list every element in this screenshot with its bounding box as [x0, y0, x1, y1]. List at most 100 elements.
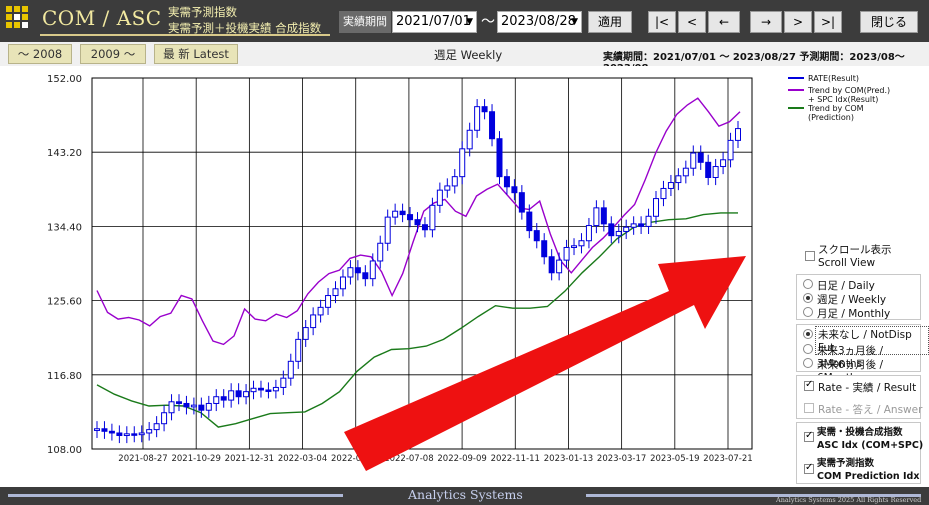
- candle-body: [407, 214, 414, 221]
- candle-body: [481, 106, 488, 113]
- scroll-view-label-en: Scroll View: [818, 257, 876, 269]
- candle-body: [302, 327, 309, 340]
- candle-body: [384, 216, 391, 244]
- candle-body: [287, 360, 294, 379]
- logo-icon: [6, 6, 34, 34]
- close-button[interactable]: 閉じる: [860, 11, 918, 33]
- candle-body: [369, 260, 376, 280]
- candle-body: [623, 226, 630, 232]
- candle-body: [310, 314, 317, 329]
- nav-first-button[interactable]: |<: [648, 11, 676, 33]
- candle-body: [697, 152, 704, 163]
- candle-body: [392, 210, 399, 218]
- candle-body: [526, 211, 533, 232]
- candle-body: [638, 223, 645, 227]
- candle-body: [377, 242, 384, 262]
- candle-body: [571, 245, 578, 248]
- candle-body: [466, 129, 473, 150]
- asc-idx-checkbox[interactable]: [804, 430, 814, 442]
- candle-body: [675, 175, 682, 184]
- candle-body: [175, 401, 182, 404]
- scroll-view-label-jp: スクロール表示: [818, 244, 892, 256]
- dropdown-arrow-icon: ▼: [571, 17, 578, 27]
- candle-body: [496, 138, 503, 178]
- y-tick-label: 143.20: [47, 148, 82, 159]
- candle-body: [146, 429, 153, 434]
- candle-body: [250, 387, 257, 393]
- candle-body: [511, 186, 518, 194]
- legend-label-line: Trend by COM: [807, 104, 864, 113]
- candle-body: [332, 288, 339, 297]
- candle-body: [444, 185, 451, 191]
- nav-back-button[interactable]: ←: [708, 11, 740, 33]
- asc-idx-label-jp: 実需・投機合成指数: [817, 427, 903, 438]
- end-date-select[interactable]: 2023/08/28 ▼: [497, 11, 582, 33]
- start-date-select[interactable]: 2021/07/01 ▼: [392, 11, 477, 33]
- candle-body: [190, 404, 197, 408]
- legend-label: RATE(Result): [808, 74, 859, 83]
- candle-body: [235, 390, 242, 398]
- future-none-radio[interactable]: [803, 329, 813, 339]
- nav-prev-button[interactable]: <: [678, 11, 706, 33]
- range-tilde: ～: [481, 14, 495, 30]
- app-header: COM / ASC 実需予測指数 実需予測＋投機実績 合成指数 実績期間 202…: [0, 0, 929, 42]
- apply-button[interactable]: 適用: [588, 11, 632, 33]
- app-title: COM / ASC: [42, 6, 162, 30]
- future-3m-radio[interactable]: [803, 344, 813, 354]
- candle-body: [548, 256, 555, 274]
- scroll-view-checkbox[interactable]: [805, 251, 815, 261]
- y-tick-label: 125.60: [47, 297, 82, 308]
- nav-last-button[interactable]: >|: [814, 11, 842, 33]
- x-tick-label: 2023-05-19: [650, 454, 699, 464]
- nav-forward-button[interactable]: →: [750, 11, 782, 33]
- candle-body: [593, 207, 600, 227]
- footer: Analytics Systems Analytics Systems 2025…: [0, 487, 929, 505]
- rate-answer-checkbox[interactable]: [804, 403, 814, 413]
- candle-body: [94, 428, 100, 431]
- candle-body: [354, 267, 361, 274]
- rate-result-checkbox[interactable]: [804, 379, 814, 391]
- x-tick-label: 2021-12-31: [225, 454, 274, 464]
- candle-body: [243, 391, 250, 398]
- year-post-2009-button[interactable]: 2009 ～: [80, 44, 146, 64]
- candle-body: [272, 386, 279, 392]
- legend-label-line: + SPC Idx(Result): [808, 95, 878, 104]
- candle-body: [205, 402, 212, 411]
- com-idx-checkbox[interactable]: [804, 462, 814, 474]
- interval-daily-label: 日足 / Daily: [817, 280, 875, 292]
- candle-body: [123, 433, 130, 437]
- year-pre-2008-button[interactable]: ～ 2008: [8, 44, 72, 64]
- candle-body: [682, 167, 689, 177]
- nav-next-button[interactable]: >: [784, 11, 812, 33]
- candle-body: [645, 215, 652, 227]
- candle-body: [600, 207, 607, 225]
- sub-toolbar: ～ 2008 2009 ～ 最 新 Latest 週足 Weekly 実績期間：…: [0, 42, 929, 74]
- candle-body: [660, 187, 667, 200]
- com-idx-label-jp: 実需予測指数: [817, 458, 875, 469]
- subtitle-asc: 実需予測＋投機実績 合成指数: [168, 21, 322, 35]
- x-tick-label: 2023-07-21: [703, 454, 752, 464]
- candle-body: [667, 182, 674, 189]
- candle-body: [474, 106, 481, 131]
- latest-button[interactable]: 最 新 Latest: [154, 44, 238, 64]
- chart-area: 152.00 143.20 134.40 125.60 116.80 108.00 202…: [47, 74, 890, 471]
- candle-body: [436, 189, 443, 206]
- interval-daily-radio[interactable]: [803, 279, 813, 289]
- interval-monthly-label: 月足 / Monthly: [817, 308, 891, 320]
- candle-body: [608, 223, 615, 237]
- interval-monthly-radio[interactable]: [803, 307, 813, 317]
- candle-body: [615, 230, 622, 237]
- future-6m-radio[interactable]: [803, 358, 813, 368]
- candle-body: [325, 295, 332, 308]
- chart-legend: RATE(Result) Trend by COM(Pred.) + SPC Idx…: [788, 74, 890, 122]
- candle-body: [585, 225, 592, 242]
- candle-body: [131, 433, 138, 436]
- x-tick-label: 2021-08-27: [118, 454, 167, 464]
- candle-body: [198, 404, 205, 411]
- interval-weekly-radio[interactable]: [803, 293, 813, 303]
- scroll-view-label: スクロール表示 Scroll View: [818, 242, 892, 269]
- footer-divider-left: [8, 494, 343, 497]
- candle-body: [280, 377, 287, 388]
- x-tick-label: 2022-09-09: [437, 454, 486, 464]
- candle-body: [735, 128, 741, 141]
